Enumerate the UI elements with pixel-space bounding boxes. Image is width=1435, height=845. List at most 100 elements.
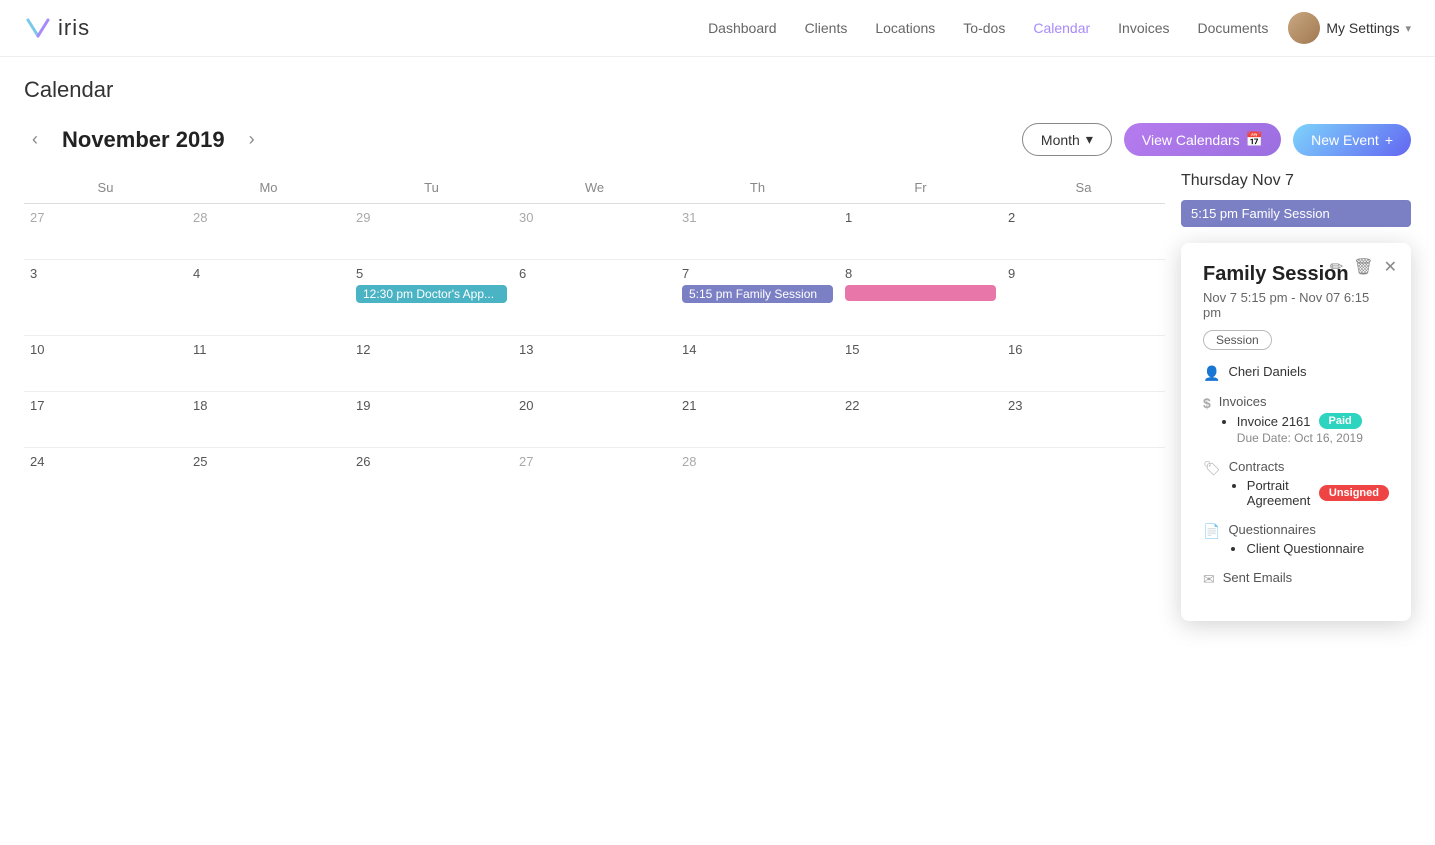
questionnaires-list: Client Questionnaire (1228, 541, 1389, 556)
list-item: Client Questionnaire (1246, 541, 1389, 556)
next-month-button[interactable]: › (241, 125, 263, 154)
day-cell[interactable]: 17 (24, 392, 187, 448)
invoice-due-date: Due Date: Oct 16, 2019 (1237, 431, 1389, 445)
col-we: We (513, 172, 676, 204)
dollar-icon: $ (1203, 395, 1211, 411)
client-name: Cheri Daniels (1228, 364, 1389, 379)
day-cell[interactable]: 29 (350, 204, 513, 260)
event-pill[interactable]: 12:30 pm Doctor's App... (356, 285, 507, 303)
invoices-label: Invoices (1219, 394, 1389, 409)
user-menu-arrow: ▾ (1405, 22, 1411, 35)
calendar-main: Su Mo Tu We Th Fr Sa 27 28 29 (24, 172, 1165, 621)
nav-documents[interactable]: Documents (1198, 20, 1269, 36)
nav-todos[interactable]: To-dos (963, 20, 1005, 36)
nav-locations[interactable]: Locations (875, 20, 935, 36)
day-cell[interactable]: 9 (1002, 260, 1165, 336)
questionnaire-name[interactable]: Client Questionnaire (1246, 541, 1364, 556)
person-icon: 👤 (1203, 365, 1220, 382)
day-cell[interactable] (839, 448, 1002, 504)
day-cell[interactable]: 28 (187, 204, 350, 260)
nav-dashboard[interactable]: Dashboard (708, 20, 777, 36)
sent-emails-label: Sent Emails (1223, 570, 1389, 585)
user-menu[interactable]: My Settings ▾ (1288, 12, 1411, 44)
day-cell[interactable]: 26 (350, 448, 513, 504)
table-row: 10 11 12 13 14 15 16 (24, 336, 1165, 392)
day-cell[interactable]: 18 (187, 392, 350, 448)
col-th: Th (676, 172, 839, 204)
day-cell[interactable]: 19 (350, 392, 513, 448)
day-cell[interactable]: 13 (513, 336, 676, 392)
sidebar-event[interactable]: 5:15 pm Family Session (1181, 200, 1411, 227)
day-cell[interactable]: 6 (513, 260, 676, 336)
sidebar-date: Thursday Nov 7 (1181, 172, 1411, 190)
edit-icon: ✏ (1330, 259, 1343, 276)
delete-icon: 🗑 (1353, 259, 1373, 276)
day-cell[interactable]: 8 (839, 260, 1002, 336)
day-cell[interactable]: 25 (187, 448, 350, 504)
calendar-sidebar: Thursday Nov 7 5:15 pm Family Session ✏ … (1181, 172, 1411, 621)
day-cell[interactable] (1002, 448, 1165, 504)
col-su: Su (24, 172, 187, 204)
day-cell[interactable]: 23 (1002, 392, 1165, 448)
paid-badge: Paid (1319, 413, 1362, 429)
main-nav: Dashboard Clients Locations To-dos Calen… (708, 20, 1268, 36)
day-cell[interactable]: 3 (24, 260, 187, 336)
nav-calendar[interactable]: Calendar (1033, 20, 1090, 36)
col-mo: Mo (187, 172, 350, 204)
contracts-list: Portrait Agreement Unsigned (1229, 478, 1389, 508)
day-cell[interactable]: 28 (676, 448, 839, 504)
nav-clients[interactable]: Clients (805, 20, 848, 36)
user-name: My Settings (1326, 20, 1399, 36)
page: Calendar ‹ November 2019 › Month ▾ View … (0, 57, 1435, 641)
plus-icon: + (1385, 132, 1393, 148)
day-cell[interactable]: 31 (676, 204, 839, 260)
day-cell[interactable]: 12 (350, 336, 513, 392)
close-icon: ✕ (1384, 259, 1397, 276)
day-cell[interactable]: 10 (24, 336, 187, 392)
page-title: Calendar (24, 77, 1411, 103)
day-cell[interactable]: 4 (187, 260, 350, 336)
day-cell[interactable]: 7 5:15 pm Family Session (676, 260, 839, 336)
day-cell[interactable]: 20 (513, 392, 676, 448)
calendar-grid: Su Mo Tu We Th Fr Sa 27 28 29 (24, 172, 1165, 503)
day-cell[interactable]: 22 (839, 392, 1002, 448)
table-row: 3 4 5 12:30 pm Doctor's App... 6 7 5:15 … (24, 260, 1165, 336)
popup-questionnaires-section: 📄 Questionnaires Client Questionnaire (1203, 522, 1389, 558)
nav-invoices[interactable]: Invoices (1118, 20, 1169, 36)
list-item: Portrait Agreement Unsigned (1247, 478, 1389, 508)
day-cell[interactable]: 1 (839, 204, 1002, 260)
view-calendars-button[interactable]: View Calendars 📅 (1124, 123, 1281, 156)
day-cell[interactable]: 27 (513, 448, 676, 504)
contract-name[interactable]: Portrait Agreement (1247, 478, 1311, 508)
edit-event-button[interactable]: ✏ (1330, 257, 1343, 277)
col-tu: Tu (350, 172, 513, 204)
day-cell[interactable]: 5 12:30 pm Doctor's App... (350, 260, 513, 336)
new-event-label: New Event (1311, 132, 1379, 148)
popup-sent-emails-section: ✉ Sent Emails (1203, 570, 1389, 589)
day-cell[interactable]: 16 (1002, 336, 1165, 392)
day-cell[interactable]: 21 (676, 392, 839, 448)
day-cell[interactable]: 24 (24, 448, 187, 504)
event-pill[interactable]: 5:15 pm Family Session (682, 285, 833, 303)
close-popup-button[interactable]: ✕ (1384, 257, 1397, 277)
table-row: 17 18 19 20 21 22 23 (24, 392, 1165, 448)
day-cell[interactable]: 11 (187, 336, 350, 392)
month-dropdown-icon: ▾ (1086, 131, 1093, 148)
unsigned-badge: Unsigned (1319, 485, 1389, 501)
questionnaires-label: Questionnaires (1228, 522, 1389, 537)
delete-event-button[interactable]: 🗑 (1353, 257, 1373, 277)
invoice-name[interactable]: Invoice 2161 (1237, 414, 1311, 429)
day-cell[interactable]: 2 (1002, 204, 1165, 260)
day-cell[interactable]: 30 (513, 204, 676, 260)
new-event-button[interactable]: New Event + (1293, 124, 1411, 156)
popup-actions: ✏ 🗑 ✕ (1330, 257, 1397, 277)
day-cell[interactable]: 15 (839, 336, 1002, 392)
month-title: November 2019 (62, 127, 225, 153)
calendar-layout: Su Mo Tu We Th Fr Sa 27 28 29 (24, 172, 1411, 621)
day-cell[interactable]: 27 (24, 204, 187, 260)
day-cell[interactable]: 14 (676, 336, 839, 392)
month-view-button[interactable]: Month ▾ (1022, 123, 1112, 156)
popup-time: Nov 7 5:15 pm - Nov 07 6:15 pm (1203, 290, 1389, 320)
prev-month-button[interactable]: ‹ (24, 125, 46, 154)
event-pill[interactable] (845, 285, 996, 301)
